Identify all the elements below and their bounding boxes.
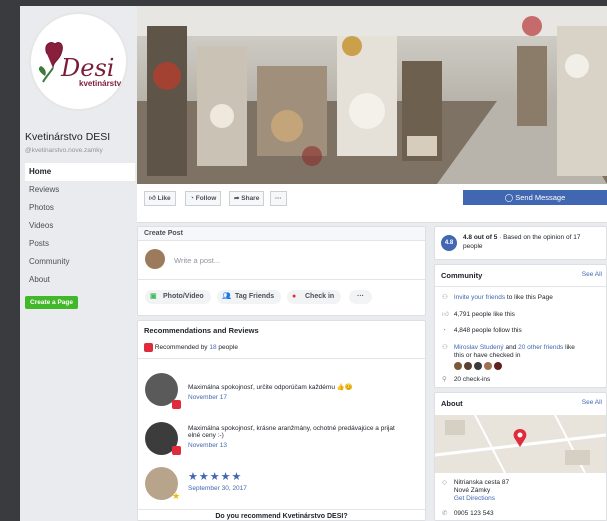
tag-friends-icon: 👥︎: [222, 293, 231, 300]
community-card: Community See All ⚇ Invite your friends …: [434, 264, 607, 388]
location-pin-icon: ●: [292, 293, 297, 300]
recommendation-badge-icon: [172, 400, 181, 409]
friends-avatars: [454, 362, 502, 372]
desi-logo: Desi kvetinárstvo: [38, 41, 126, 88]
phone-icon: ✆: [442, 510, 448, 517]
review-date[interactable]: September 30, 2017: [188, 485, 247, 492]
recommendations-card: Recommendations and Reviews Recommended …: [137, 320, 426, 521]
recommendations-summary: Recommended by 18 people: [144, 343, 238, 352]
share-button[interactable]: ➦ Share: [229, 191, 265, 206]
more-post-options-button[interactable]: ···: [349, 290, 372, 304]
review-date[interactable]: November 17: [188, 394, 353, 401]
review-item: ★★★★★ September 30, 2017: [188, 470, 247, 492]
directions-icon: ◇: [442, 479, 447, 486]
svg-text:kvetinárstvo: kvetinárstvo: [79, 79, 126, 88]
check-in-button[interactable]: ● Check in: [287, 290, 342, 304]
user-avatar: [145, 249, 165, 269]
svg-text:Desi: Desi: [60, 54, 114, 82]
nav-item-home[interactable]: Home: [25, 163, 135, 181]
review-item: Maximálna spokojnosť, krásne aranžmány, …: [188, 425, 395, 449]
likes-row: 👍︎ 4,791 people like this: [442, 311, 515, 318]
nav-item-community[interactable]: Community: [25, 253, 135, 271]
like-button[interactable]: 👍︎ Like: [144, 191, 176, 206]
photo-video-button[interactable]: ▣ Photo/Video: [145, 290, 211, 304]
flower-shop-interior-image: [137, 6, 607, 184]
send-message-button[interactable]: ◯ Send Message: [463, 190, 607, 205]
tag-friends-button[interactable]: 👥︎ Tag Friends: [217, 290, 282, 304]
write-post-input[interactable]: Write a post...: [174, 256, 220, 265]
friends-row: ⚇ Miroslav Studený and 20 other friends …: [442, 344, 575, 359]
rating-score-badge: 4.8: [441, 235, 457, 251]
review-stars: ★★★★★: [188, 471, 243, 483]
rating-card: 4.8 4.8 out of 5 · Based on the opinion …: [434, 226, 607, 260]
location-pin-icon: ⚲: [442, 376, 447, 383]
community-title: Community: [441, 271, 483, 280]
checkins-row: ⚲ 20 check-ins: [442, 376, 491, 383]
messenger-icon: ◯: [504, 193, 516, 202]
review-text: Maximálna spokojnosť, určite odporúčam k…: [188, 384, 353, 391]
nav-item-reviews[interactable]: Reviews: [25, 181, 135, 199]
address-row: ◇ Nitrianska cesta 87 Nové Zámky Get Dir…: [442, 479, 510, 502]
page-handle[interactable]: @kvetinarstvo.nove.zamky: [25, 147, 103, 154]
phone-row: ✆ 0905 123 543: [442, 510, 494, 517]
create-post-title: Create Post: [138, 227, 425, 241]
recommend-question[interactable]: Do you recommend Kvetinárstvo DESI?: [138, 513, 425, 520]
get-directions-link[interactable]: Get Directions: [454, 495, 495, 502]
follow-button[interactable]: ◔ Follow: [185, 191, 222, 206]
follows-row: ◔ 4,848 people follow this: [442, 327, 522, 334]
review-text: Maximálna spokojnosť, krásne aranžmány, …: [188, 425, 395, 432]
invite-friends-row: ⚇ Invite your friends to like this Page: [442, 294, 553, 301]
community-see-all-link[interactable]: See All: [582, 271, 602, 278]
photo-icon: ▣: [150, 293, 157, 300]
people-icon: ⚇: [442, 294, 448, 301]
review-item: Maximálna spokojnosť, určite odporúčam k…: [188, 383, 353, 401]
thumbs-up-icon: 👍︎: [149, 195, 158, 202]
review-text-continued: elné ceny :-): [188, 432, 224, 439]
page-name[interactable]: Kvetinárstvo DESI: [25, 131, 110, 143]
about-see-all-link[interactable]: See All: [582, 399, 602, 406]
people-icon: ⚇: [442, 344, 448, 351]
recommendations-title: Recommendations and Reviews: [144, 326, 259, 335]
left-column: Desi kvetinárstvo Kvetinárstvo DESI @kve…: [20, 6, 137, 521]
more-button[interactable]: ···: [270, 191, 287, 206]
about-card: About See All ◇ Nitrianska cesta 87 Nové…: [434, 392, 607, 521]
location-map[interactable]: [435, 415, 606, 473]
thumbs-up-icon: 👍︎: [442, 311, 449, 318]
page-nav: Home Reviews Photos Videos Posts Communi…: [25, 163, 135, 289]
nav-item-photos[interactable]: Photos: [25, 199, 135, 217]
cover-photo[interactable]: [137, 6, 607, 184]
nav-item-videos[interactable]: Videos: [25, 217, 135, 235]
create-page-button[interactable]: Create a Page: [25, 296, 78, 309]
page-profile-picture[interactable]: Desi kvetinárstvo: [29, 12, 128, 111]
recommendation-icon: [144, 343, 153, 352]
review-date[interactable]: November 13: [188, 442, 395, 449]
about-title: About: [441, 399, 463, 408]
page-action-bar: 👍︎ Like ◔ Follow ➦ Share ··· ◯ Send Mess…: [137, 184, 607, 223]
rating-text: 4.8 out of 5 · Based on the opinion of 1…: [463, 234, 581, 250]
nav-item-posts[interactable]: Posts: [25, 235, 135, 253]
recommendation-badge-icon: [172, 446, 181, 455]
nav-item-about[interactable]: About: [25, 271, 135, 289]
star-badge-icon: ★: [172, 491, 181, 501]
rss-icon: ◔: [442, 327, 446, 334]
facebook-page: Desi kvetinárstvo Kvetinárstvo DESI @kve…: [20, 6, 607, 521]
